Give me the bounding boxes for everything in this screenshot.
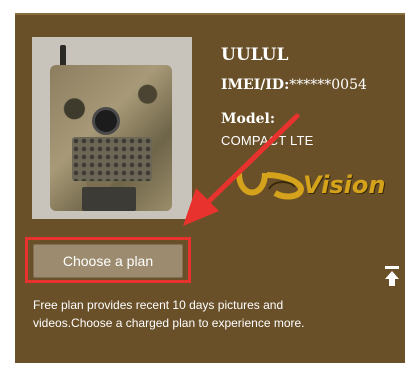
trail-camera-image <box>32 37 192 219</box>
logo-text: Vision <box>303 171 386 199</box>
back-to-top-icon[interactable] <box>384 265 400 287</box>
model-value: COMPACT LTE <box>221 133 314 148</box>
device-card: UULUL IMEI/ID:******0054 Model: COMPACT … <box>15 13 405 363</box>
plan-description: Free plan provides recent 10 days pictur… <box>33 298 305 330</box>
uovision-logo: Vision <box>235 169 395 203</box>
imei-label: IMEI/ID: <box>221 77 290 93</box>
uo-logo-mark-icon <box>236 172 305 200</box>
camera-slot <box>82 187 136 211</box>
imei-value: ******0054 <box>289 77 367 93</box>
device-imei: IMEI/ID:******0054 <box>221 77 367 93</box>
camera-lens <box>92 107 120 135</box>
device-name: UULUL <box>221 45 289 65</box>
highlight-box <box>25 237 191 283</box>
camera-ir-panel <box>72 137 152 181</box>
model-label: Model: <box>221 111 276 127</box>
